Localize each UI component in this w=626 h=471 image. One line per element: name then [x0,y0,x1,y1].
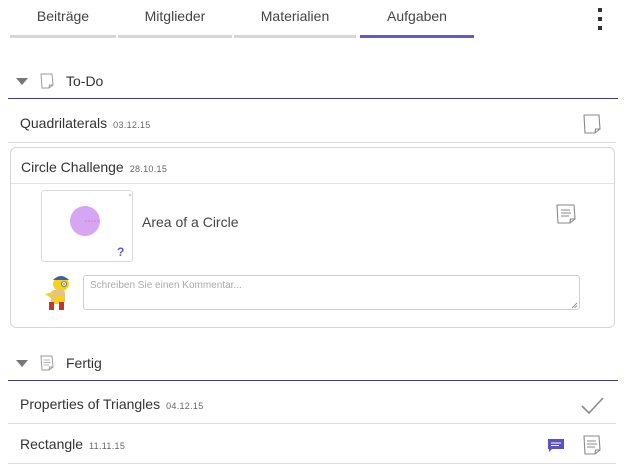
tab-underline [10,35,116,38]
task-date: 03.12.15 [113,120,151,130]
written-page-icon [40,355,54,371]
comment-input[interactable] [83,275,580,310]
task-card-circle-challenge: Circle Challenge 28.10.15 ? Area of a Cir… [10,147,615,328]
tab-underline [360,35,474,38]
section-done-header: Fertig [8,345,618,381]
tab-label: Materialien [260,8,330,24]
section-title: Fertig [66,355,102,371]
task-date: 28.10.15 [129,164,168,174]
checkmark-icon [581,397,604,415]
tab-underline [118,35,232,38]
tab-label: Mitglieder [144,8,206,24]
task-row-quadrilaterals[interactable]: Quadrilaterals 03.12.15 [8,103,616,143]
section-title: To-Do [66,73,104,89]
kebab-menu-icon[interactable] [592,8,608,32]
tab-underline [234,35,356,38]
task-title: Properties of Triangles 04.12.15 [20,396,204,412]
material-thumbnail[interactable]: ? [41,190,133,262]
tab-aufgaben[interactable]: Aufgaben [360,0,474,38]
task-row-properties-of-triangles[interactable]: Properties of Triangles 04.12.15 [8,384,616,424]
avatar [45,276,69,310]
tab-beitraege[interactable]: Beiträge [10,0,116,38]
task-title: Rectangle 11.11.15 [20,436,126,452]
task-date: 11.11.15 [89,441,126,451]
question-badge: ? [117,245,125,259]
written-page-icon [583,435,601,455]
resize-handle-icon[interactable] [571,302,578,309]
collapse-triangle-icon[interactable] [16,78,28,85]
task-date: 04.12.15 [166,401,204,411]
tab-materialien[interactable]: Materialien [234,0,356,38]
written-page-icon [556,204,576,224]
task-title: Quadrilaterals 03.12.15 [20,115,151,131]
section-todo-header: To-Do [8,63,618,99]
blank-page-icon [40,73,54,89]
task-title: Circle Challenge 28.10.15 [21,159,168,175]
tab-label: Beiträge [36,8,90,24]
tab-bar: Beiträge Mitglieder Materialien Aufgaben [0,0,626,40]
card-header[interactable]: Circle Challenge 28.10.15 [11,148,614,184]
tab-mitglieder[interactable]: Mitglieder [118,0,232,38]
material-title[interactable]: Area of a Circle [142,214,238,230]
chat-bubble-icon[interactable] [548,439,564,452]
tab-label: Aufgaben [387,8,447,24]
task-row-rectangle[interactable]: Rectangle 11.11.15 [8,424,616,464]
collapse-triangle-icon[interactable] [16,360,28,367]
blank-page-icon [583,114,601,134]
